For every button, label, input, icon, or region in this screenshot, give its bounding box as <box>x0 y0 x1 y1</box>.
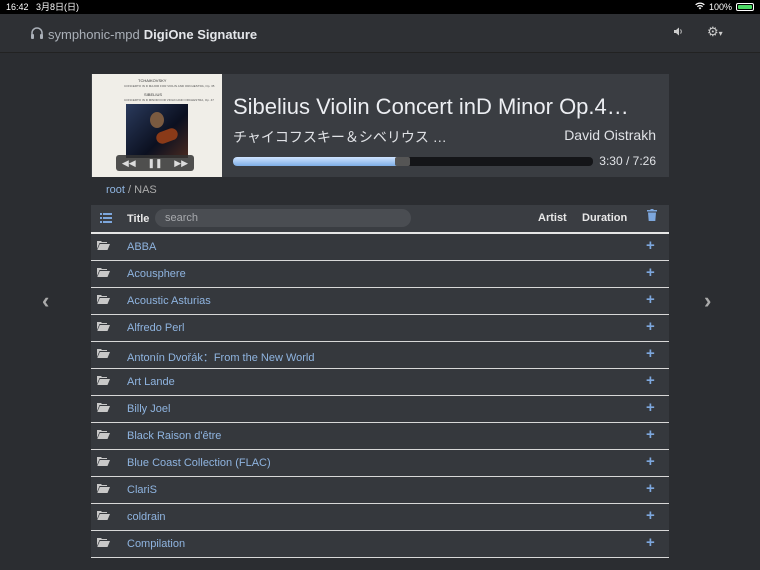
prev-page-arrow-icon[interactable]: ‹ <box>42 288 49 314</box>
folder-open-icon <box>97 510 110 523</box>
table-row[interactable]: Art Lande + <box>91 369 669 396</box>
folder-open-icon <box>97 348 110 361</box>
folder-name[interactable]: Blue Coast Collection (FLAC) <box>127 457 271 469</box>
folder-open-icon <box>97 429 110 442</box>
title-column-header[interactable]: Title <box>127 213 149 225</box>
breadcrumb-current: NAS <box>134 184 157 196</box>
file-list: ABBA + Acousphere + Acoustic Asturias + Alfred… <box>91 234 669 570</box>
folder-open-icon <box>97 456 110 469</box>
volume-icon[interactable] <box>674 27 684 39</box>
play-time: 3:30 / 7:26 <box>599 154 656 168</box>
headphones-icon <box>30 26 44 42</box>
add-icon[interactable]: + <box>646 318 655 335</box>
add-icon[interactable]: + <box>646 507 655 524</box>
folder-name[interactable]: Compilation <box>127 538 185 550</box>
folder-name[interactable]: coldrain <box>127 511 166 523</box>
add-icon[interactable]: + <box>646 453 655 470</box>
table-row[interactable]: Alfredo Perl + <box>91 315 669 342</box>
folder-name[interactable]: Alfredo Perl <box>127 322 184 334</box>
status-bar: 16:42 3月8日(日) 100% <box>0 0 760 14</box>
table-row[interactable]: Acousphere + <box>91 261 669 288</box>
playback-controls: ◀◀ ❚❚ ▶▶ <box>116 155 194 171</box>
folder-open-icon <box>97 402 110 415</box>
trash-icon[interactable] <box>647 209 657 224</box>
folder-name[interactable]: Acousphere <box>127 268 186 280</box>
add-icon[interactable]: + <box>646 345 655 362</box>
add-icon[interactable]: + <box>646 426 655 443</box>
folder-name[interactable]: ABBA <box>127 241 156 253</box>
add-icon[interactable]: + <box>646 399 655 416</box>
folder-open-icon <box>97 267 110 280</box>
folder-open-icon <box>97 240 110 253</box>
album-cover: TCHAIKOVSKY CONCERTO IN D MAJOR FOR VIOL… <box>92 74 222 177</box>
folder-name[interactable]: Art Lande <box>127 376 175 388</box>
pause-icon[interactable]: ❚❚ <box>147 158 162 169</box>
add-icon[interactable]: + <box>646 480 655 497</box>
table-row[interactable]: Antonín Dvořák：From the New World + <box>91 342 669 369</box>
main-panel: TCHAIKOVSKY CONCERTO IN D MAJOR FOR VIOL… <box>91 74 669 570</box>
progress-handle[interactable] <box>395 157 411 166</box>
caret-down-icon: ▾ <box>718 29 723 38</box>
cover-photo <box>126 104 188 158</box>
settings-gear-icon[interactable]: ⚙▾ <box>707 24 723 40</box>
brand-prefix: symphonic-mpd <box>48 26 140 42</box>
duration-column-header[interactable]: Duration <box>582 212 627 224</box>
progress-bar[interactable] <box>233 157 593 166</box>
brand[interactable]: symphonic-mpd DigiOne Signature <box>30 26 257 42</box>
add-icon[interactable]: + <box>646 534 655 551</box>
status-time: 16:42 <box>6 2 29 12</box>
folder-name[interactable]: Acoustic Asturias <box>127 295 211 307</box>
artist-name: David Oistrakh <box>564 127 656 143</box>
navbar: symphonic-mpd DigiOne Signature ⚙▾ <box>0 14 760 53</box>
artist-column-header[interactable]: Artist <box>538 212 567 224</box>
folder-open-icon <box>97 375 110 388</box>
table-row[interactable]: Blue Coast Collection (FLAC) + <box>91 450 669 477</box>
search-input[interactable] <box>155 209 411 227</box>
next-page-arrow-icon[interactable]: › <box>704 288 711 314</box>
cover-text-4: CONCERTO IN D MINOR FOR VIOLIN AND ORCHE… <box>124 98 214 102</box>
add-icon[interactable]: + <box>646 372 655 389</box>
folder-open-icon <box>97 483 110 496</box>
cover-text-3: SIBELIUS <box>144 92 163 97</box>
brand-bold: DigiOne Signature <box>143 26 258 42</box>
now-playing: TCHAIKOVSKY CONCERTO IN D MAJOR FOR VIOL… <box>91 74 669 177</box>
cover-text-2: CONCERTO IN D MAJOR FOR VIOLIN AND ORCHE… <box>124 84 215 88</box>
folder-name[interactable]: Billy Joel <box>127 403 170 415</box>
folder-name[interactable]: Antonín Dvořák：From the New World <box>127 349 314 365</box>
folder-open-icon <box>97 294 110 307</box>
breadcrumb: root / NAS <box>106 184 157 196</box>
table-header: Title Artist Duration <box>91 205 669 234</box>
table-row[interactable]: Black Raison d'être + <box>91 423 669 450</box>
battery-icon <box>736 3 754 11</box>
wifi-icon <box>695 0 705 14</box>
folder-name[interactable]: Black Raison d'être <box>127 430 221 442</box>
folder-open-icon <box>97 537 110 550</box>
status-date: 3月8日(日) <box>36 2 80 12</box>
progress-fill <box>233 157 403 166</box>
table-row[interactable]: Compilation + <box>91 531 669 558</box>
breadcrumb-separator: / <box>128 184 132 196</box>
list-icon[interactable] <box>100 212 112 226</box>
album-name: チャイコフスキー＆シベリウス … <box>233 129 447 145</box>
add-icon[interactable]: + <box>646 264 655 281</box>
table-row[interactable]: Billy Joel + <box>91 396 669 423</box>
table-row[interactable]: ClariS + <box>91 477 669 504</box>
status-right: 100% <box>695 0 754 14</box>
breadcrumb-root[interactable]: root <box>106 184 125 196</box>
battery-percent: 100% <box>708 2 732 12</box>
rewind-icon[interactable]: ◀◀ <box>122 158 136 169</box>
folder-open-icon <box>97 321 110 334</box>
cover-text-1: TCHAIKOVSKY <box>138 78 167 83</box>
table-row[interactable]: Acoustic Asturias + <box>91 288 669 315</box>
forward-icon[interactable]: ▶▶ <box>174 158 188 169</box>
add-icon[interactable]: + <box>646 291 655 308</box>
folder-name[interactable]: ClariS <box>127 484 157 496</box>
track-title: Sibelius Violin Concert inD Minor Op.4… <box>233 94 629 119</box>
add-icon[interactable]: + <box>646 237 655 254</box>
table-row[interactable]: ABBA + <box>91 234 669 261</box>
table-row[interactable]: coldrain + <box>91 504 669 531</box>
